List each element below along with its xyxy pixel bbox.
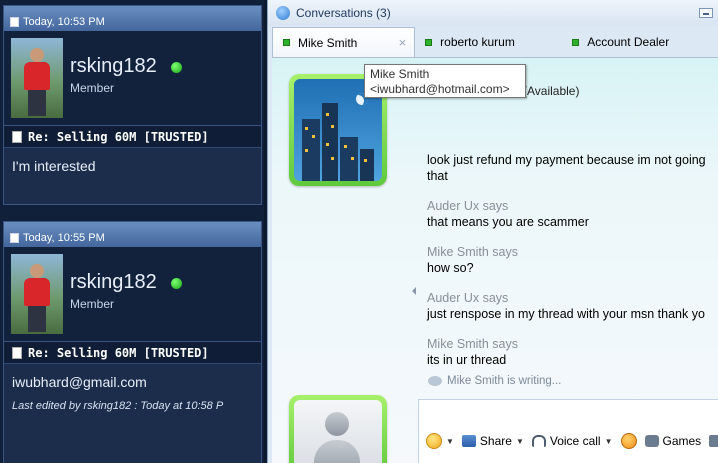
edited-note: Last edited by rsking182 : Today at 10:5… bbox=[12, 400, 224, 412]
share-button[interactable]: Share ▼ bbox=[461, 434, 524, 448]
tab-roberto-kurum[interactable]: roberto kurum bbox=[415, 27, 562, 57]
close-tab-icon[interactable]: × bbox=[399, 35, 407, 50]
message-text: its in ur thread bbox=[427, 353, 507, 367]
message-sender: Auder Ux says bbox=[427, 199, 509, 213]
message-text: look just refund my payment because im n… bbox=[427, 153, 706, 167]
self-display-picture[interactable] bbox=[289, 395, 387, 463]
post-timestamp: Today, 10:53 PM bbox=[23, 15, 105, 28]
post-header: Today, 10:53 PM bbox=[4, 6, 261, 31]
message-list: look just refund my payment because im n… bbox=[427, 153, 718, 371]
phone-icon bbox=[531, 435, 546, 447]
message-text: how so? bbox=[427, 261, 474, 275]
user-info: rsking182 Member bbox=[4, 247, 261, 342]
collapse-arrow-icon[interactable] bbox=[412, 287, 416, 295]
message-sender: Mike Smith says bbox=[427, 337, 518, 351]
message-sender: Mike Smith says bbox=[427, 245, 518, 259]
typing-indicator: Mike Smith is writing... bbox=[428, 375, 561, 387]
contact-status: (Available) bbox=[523, 84, 580, 98]
window-title: Conversations (3) bbox=[296, 6, 391, 20]
forum-panel: Today, 10:53 PM rsking182 Member Re: Sel… bbox=[0, 0, 264, 463]
forum-post: Today, 10:55 PM rsking182 Member Re: Sel… bbox=[3, 221, 262, 463]
dropdown-arrow-icon: ▼ bbox=[604, 436, 613, 446]
tab-label: roberto kurum bbox=[440, 35, 515, 49]
voice-call-button[interactable]: Voice call ▼ bbox=[531, 434, 613, 448]
online-status-icon bbox=[283, 39, 290, 46]
online-status-icon bbox=[572, 38, 580, 46]
conversation-tabs: Mike Smith × roberto kurum Account Deale… bbox=[272, 27, 718, 57]
message-text: that bbox=[427, 169, 448, 183]
games-label: Games bbox=[662, 434, 702, 448]
post-message: iwubhard@gmail.com bbox=[12, 374, 147, 390]
more-icon bbox=[709, 435, 718, 447]
games-button[interactable]: Games bbox=[644, 434, 702, 448]
tab-label: Mike Smith bbox=[298, 35, 358, 50]
post-title: Re: Selling 60M [TRUSTED] bbox=[4, 342, 261, 364]
smiley-icon bbox=[426, 433, 442, 449]
games-icon bbox=[644, 435, 659, 447]
share-icon bbox=[461, 435, 476, 447]
forum-post: Today, 10:53 PM rsking182 Member Re: Sel… bbox=[3, 5, 262, 205]
username-link[interactable]: rsking182 bbox=[70, 271, 157, 294]
wink-button[interactable] bbox=[620, 433, 637, 449]
chat-toolbar: ▼ Share ▼ Voice call ▼ Games bbox=[426, 430, 718, 452]
user-avatar[interactable] bbox=[11, 38, 63, 118]
minimize-button[interactable] bbox=[699, 8, 713, 18]
typing-icon bbox=[428, 376, 442, 386]
dropdown-arrow-icon: ▼ bbox=[446, 436, 454, 446]
tab-mike-smith[interactable]: Mike Smith × bbox=[272, 27, 416, 57]
contact-tooltip: Mike Smith <iwubhard@hotmail.com> bbox=[364, 64, 526, 98]
typing-text: Mike Smith is writing... bbox=[447, 375, 562, 387]
tab-account-dealer[interactable]: Account Dealer bbox=[562, 27, 718, 57]
user-avatar[interactable] bbox=[11, 254, 63, 334]
post-title-text: Re: Selling 60M [TRUSTED] bbox=[28, 345, 209, 360]
emoticon-button[interactable]: ▼ bbox=[426, 433, 454, 449]
tab-label: Account Dealer bbox=[587, 35, 670, 49]
post-title: Re: Selling 60M [TRUSTED] bbox=[4, 126, 261, 148]
voice-call-label: Voice call bbox=[549, 434, 601, 448]
tooltip-name: Mike Smith bbox=[370, 67, 430, 81]
message-text: just renspose in my thread with your msn… bbox=[427, 307, 705, 321]
username-link[interactable]: rsking182 bbox=[70, 55, 157, 78]
post-icon bbox=[10, 232, 19, 243]
post-title-text: Re: Selling 60M [TRUSTED] bbox=[28, 129, 209, 144]
user-title: Member bbox=[70, 297, 115, 311]
wink-icon bbox=[620, 433, 637, 449]
post-message: I'm interested bbox=[12, 158, 96, 174]
message-sender: Auder Ux says bbox=[427, 291, 509, 305]
post-icon bbox=[10, 16, 19, 27]
more-button[interactable] bbox=[709, 435, 718, 447]
messenger-icon bbox=[276, 6, 290, 20]
document-icon bbox=[12, 130, 22, 143]
title-bar: Conversations (3) bbox=[268, 0, 718, 26]
message-text: that means you are scammer bbox=[427, 215, 589, 229]
online-status-icon bbox=[171, 278, 182, 289]
share-label: Share bbox=[479, 434, 512, 448]
post-header: Today, 10:55 PM bbox=[4, 222, 261, 247]
user-title: Member bbox=[70, 81, 115, 95]
user-placeholder-icon bbox=[294, 400, 382, 463]
post-timestamp: Today, 10:55 PM bbox=[23, 231, 105, 244]
document-icon bbox=[12, 346, 22, 359]
user-info: rsking182 Member bbox=[4, 31, 261, 126]
dropdown-arrow-icon: ▼ bbox=[515, 436, 524, 446]
online-status-icon bbox=[171, 62, 182, 73]
screen: Today, 10:53 PM rsking182 Member Re: Sel… bbox=[0, 0, 718, 463]
online-status-icon bbox=[425, 38, 433, 46]
tooltip-email: <iwubhard@hotmail.com> bbox=[370, 82, 510, 96]
